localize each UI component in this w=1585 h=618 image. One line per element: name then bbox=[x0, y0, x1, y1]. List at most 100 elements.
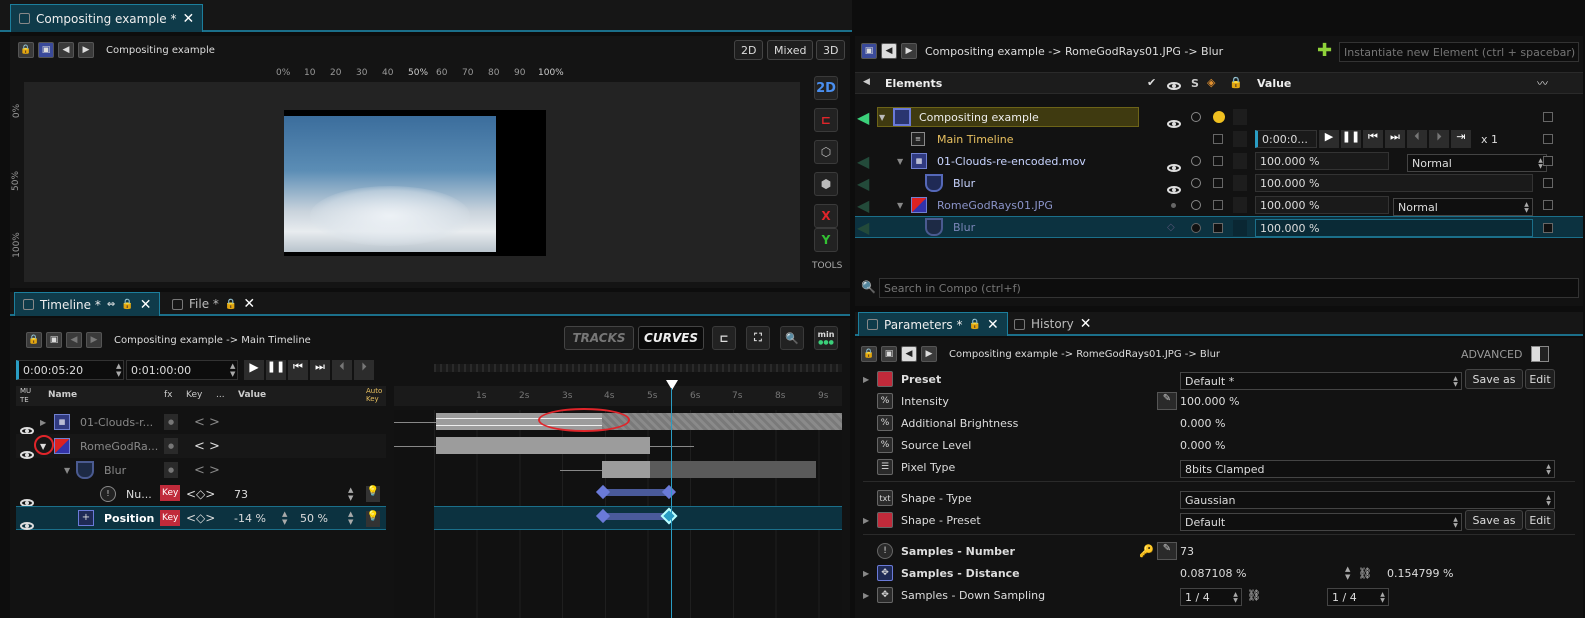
layer-row-clouds[interactable]: ▶ ▦ 01-Clouds-r... ● < > bbox=[16, 410, 386, 435]
close-icon[interactable]: ✕ bbox=[987, 318, 999, 332]
intensity-field[interactable]: 100.000 % bbox=[1255, 219, 1533, 237]
blend-select[interactable]: Normal bbox=[1393, 198, 1533, 216]
forward-arrow-icon[interactable]: ▶ bbox=[921, 346, 937, 362]
current-time-field[interactable]: 0:00:05:20 bbox=[16, 360, 124, 380]
collapse-arrow-icon[interactable]: ◀ bbox=[863, 77, 870, 87]
panel-icon[interactable]: ▣ bbox=[861, 43, 877, 59]
fit-icon[interactable]: ⇔ bbox=[107, 299, 115, 310]
solo-toggle[interactable] bbox=[1191, 223, 1201, 233]
tab-parameters[interactable]: Parameters * 🔒 ✕ bbox=[858, 312, 1008, 336]
param-value[interactable]: 100.000 % bbox=[1180, 395, 1239, 408]
row-end-box[interactable] bbox=[1543, 200, 1553, 210]
mode-2d-button[interactable]: 2D bbox=[734, 40, 764, 60]
param-value[interactable]: 0.000 % bbox=[1180, 417, 1225, 430]
param-row-shape-type[interactable]: txt Shape - Type Gaussian bbox=[855, 487, 1583, 509]
layer-row-position[interactable]: + Position Key <◇> -14 % ▲ ▼ 50 % ▲ ▼ 💡 bbox=[16, 506, 386, 530]
solo-toggle[interactable] bbox=[1191, 200, 1201, 210]
expand-arrow-icon[interactable]: ▼ bbox=[897, 201, 903, 210]
link-icon[interactable]: ⛓ bbox=[1358, 567, 1372, 580]
stepper-icon[interactable]: ▲ ▼ bbox=[116, 362, 121, 378]
expand-arrow-icon[interactable]: ▼ bbox=[879, 113, 885, 122]
expand-arrow-icon[interactable]: ▼ bbox=[897, 157, 903, 166]
param-row-intensity[interactable]: % Intensity ✎ 100.000 % bbox=[855, 390, 1583, 412]
step-back-button[interactable]: ⏴ bbox=[1407, 130, 1427, 148]
play-button[interactable]: ▶ bbox=[1319, 130, 1339, 148]
save-as-button[interactable]: Save as bbox=[1465, 510, 1523, 530]
mode-mixed-button[interactable]: Mixed bbox=[767, 40, 814, 60]
key-badge[interactable]: Key bbox=[160, 510, 181, 526]
lock-icon[interactable]: 🔒 bbox=[861, 346, 877, 362]
step-forward-button[interactable]: ⏵ bbox=[354, 360, 374, 380]
snap-icon[interactable]: ⊏ bbox=[712, 326, 736, 350]
tool-2d-button[interactable]: 2D bbox=[814, 76, 838, 100]
solo-toggle[interactable] bbox=[1191, 156, 1201, 166]
param-value-2[interactable]: 0.154799 % bbox=[1387, 567, 1453, 580]
solo-toggle[interactable] bbox=[1191, 112, 1201, 122]
visibility-icon[interactable] bbox=[20, 522, 34, 530]
visibility-icon[interactable] bbox=[1167, 186, 1181, 194]
param-row-source-level[interactable]: % Source Level 0.000 % bbox=[855, 434, 1583, 456]
color-dot[interactable] bbox=[1213, 111, 1225, 123]
down-sampling-x-select[interactable]: 1 / 4 bbox=[1180, 588, 1242, 606]
position-y-value[interactable]: 50 % bbox=[300, 512, 328, 525]
add-icon[interactable]: ✚ bbox=[1317, 40, 1332, 61]
tool-x-button[interactable]: X bbox=[814, 204, 838, 228]
row-end-box[interactable] bbox=[1543, 112, 1553, 122]
link-icon[interactable]: ⛓ bbox=[1247, 589, 1261, 602]
shape-preset-select[interactable]: Default bbox=[1180, 513, 1462, 531]
close-icon[interactable]: ✕ bbox=[183, 12, 195, 26]
element-row-compositing[interactable]: ◀ ▼ Compositing example bbox=[855, 106, 1583, 128]
expand-arrow-icon[interactable]: ▼ bbox=[64, 466, 70, 475]
param-row-brightness[interactable]: % Additional Brightness 0.000 % bbox=[855, 412, 1583, 434]
tool-y-button[interactable]: Y bbox=[814, 228, 838, 252]
keyframe-diamond-icon[interactable]: <◇> bbox=[186, 511, 215, 525]
element-row-rome[interactable]: ◀ ▼ RomeGodRays01.JPG 100.000 % Normal bbox=[855, 194, 1583, 216]
panel-icon[interactable]: ▣ bbox=[38, 42, 54, 58]
layer-row-rome[interactable]: ▼ RomeGodRa... ● < > bbox=[16, 434, 386, 459]
row-end-box[interactable] bbox=[1543, 156, 1553, 166]
visibility-dim-icon[interactable]: ◇ bbox=[1167, 222, 1175, 233]
down-sampling-y-select[interactable]: 1 / 4 bbox=[1327, 588, 1389, 606]
cube-icon[interactable]: ⬢ bbox=[814, 172, 838, 196]
key-badge[interactable]: Key bbox=[160, 485, 181, 501]
param-row-pixel-type[interactable]: ☰ Pixel Type 8bits Clamped bbox=[855, 456, 1583, 478]
stepper-icon[interactable]: ▲ ▼ bbox=[348, 486, 353, 502]
expand-arrow-icon[interactable]: ▶ bbox=[863, 591, 869, 600]
element-row-clouds[interactable]: ◀ ▼ ▦ 01-Clouds-re-encoded.mov 100.000 %… bbox=[855, 150, 1583, 172]
pause-button[interactable]: ❚❚ bbox=[1341, 130, 1361, 148]
param-row-preset[interactable]: ▶ Preset Default * Save as Edit bbox=[855, 368, 1583, 390]
instantiate-input[interactable] bbox=[1339, 42, 1579, 62]
close-icon[interactable]: ✕ bbox=[140, 298, 152, 312]
keyframe-nav-icon[interactable]: < > bbox=[194, 463, 220, 478]
opacity-field[interactable]: 100.000 % bbox=[1255, 196, 1389, 214]
enable-checkbox[interactable] bbox=[1213, 156, 1223, 166]
expand-arrow-icon[interactable]: ▼ bbox=[40, 442, 46, 451]
back-arrow-icon[interactable]: ◀ bbox=[58, 42, 74, 58]
expand-arrow-icon[interactable]: ▶ bbox=[863, 375, 869, 384]
tab-file[interactable]: File * 🔒 ✕ bbox=[164, 292, 263, 316]
expand-arrow-icon[interactable]: ▶ bbox=[863, 569, 869, 578]
enable-checkbox[interactable] bbox=[1213, 200, 1223, 210]
play-button[interactable]: ▶ bbox=[244, 360, 264, 380]
element-row-clouds-blur[interactable]: ◀ Blur 100.000 % bbox=[855, 172, 1583, 194]
keyframe-bar-position[interactable] bbox=[604, 513, 668, 520]
fx-slot[interactable]: ● bbox=[164, 438, 178, 454]
forward-arrow-icon[interactable]: ▶ bbox=[86, 332, 102, 348]
forward-arrow-icon[interactable]: ▶ bbox=[78, 42, 94, 58]
fx-slot[interactable]: ● bbox=[164, 414, 178, 430]
edit-pencil-icon[interactable]: ✎ bbox=[1157, 542, 1177, 560]
keyframe-bar-samples[interactable] bbox=[604, 489, 668, 496]
close-icon[interactable]: ✕ bbox=[1080, 317, 1092, 331]
bulb-icon[interactable]: 💡 bbox=[366, 486, 380, 502]
param-value[interactable]: 0.000 % bbox=[1180, 439, 1225, 452]
back-arrow-icon[interactable]: ◀ bbox=[881, 43, 897, 59]
keyframe-nav-icon[interactable]: < > bbox=[194, 415, 220, 430]
enable-checkbox[interactable] bbox=[1213, 223, 1223, 233]
row-end-box[interactable] bbox=[1543, 134, 1553, 144]
position-x-value[interactable]: -14 % bbox=[234, 512, 266, 525]
preset-select[interactable]: Default * bbox=[1180, 372, 1462, 390]
stepper-icon[interactable]: ▲ ▼ bbox=[282, 510, 287, 526]
visibility-icon[interactable] bbox=[1167, 120, 1181, 128]
lock-icon[interactable]: 🔒 bbox=[18, 42, 34, 58]
lock-icon[interactable]: 🔒 bbox=[225, 299, 237, 310]
